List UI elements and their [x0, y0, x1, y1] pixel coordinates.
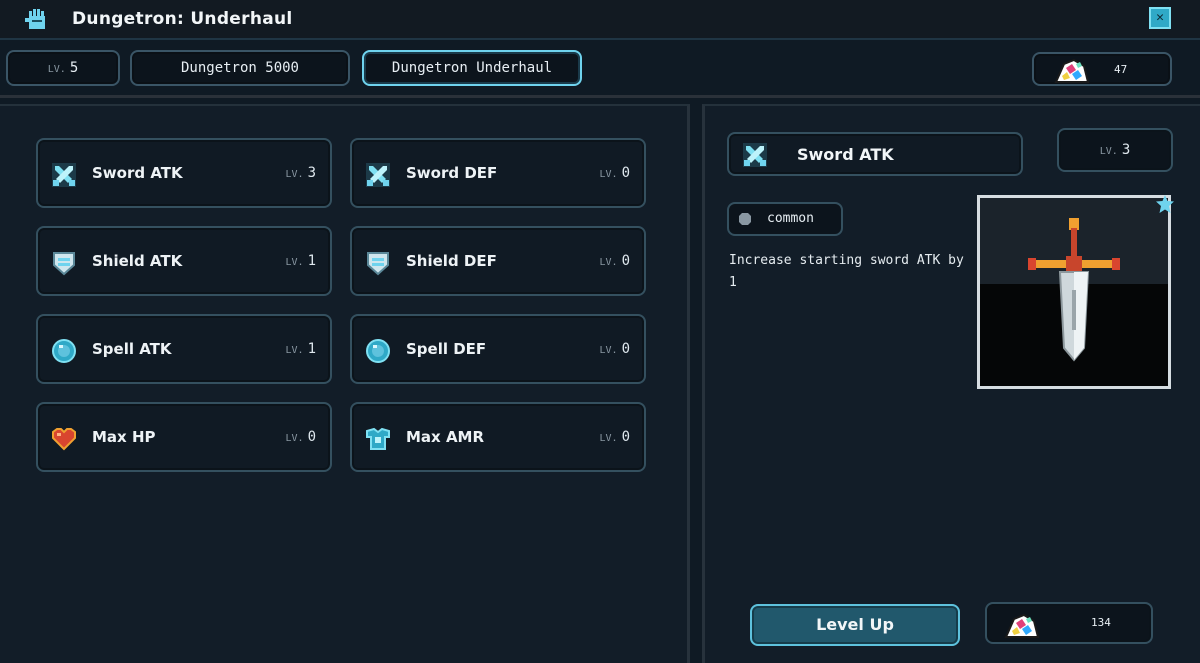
upgrade-name: Max AMR: [406, 428, 485, 446]
rarity-dot-icon: [739, 213, 751, 225]
detail-level-badge: LV. 3: [1057, 128, 1173, 172]
player-level-value: 5: [69, 60, 79, 76]
upgrade-card-shield-def[interactable]: Shield DEF LV. 0: [350, 226, 646, 296]
rarity-label: common: [767, 211, 814, 226]
tab-label: Dungetron 5000: [180, 60, 299, 76]
top-bar: LV. 5 Dungetron 5000 Dungetron Underhaul …: [0, 40, 1200, 98]
upgrade-level-value: 0: [621, 429, 630, 445]
upgrade-level-value: 0: [621, 253, 630, 269]
star-icon: [1156, 195, 1174, 213]
upgrade-level: LV. 1: [286, 253, 317, 269]
upgrade-level-value: 0: [621, 165, 630, 181]
upgrade-card-spell-atk[interactable]: Spell ATK LV. 1: [36, 314, 332, 384]
tab-dungetron-5000[interactable]: Dungetron 5000: [130, 50, 350, 86]
level-prefix: LV.: [285, 169, 304, 180]
upgrade-card-max-hp[interactable]: Max HP LV. 0: [36, 402, 332, 472]
level-prefix: LV.: [285, 257, 304, 268]
detail-title: Sword ATK: [797, 145, 894, 164]
upgrade-level: LV. 0: [600, 341, 631, 357]
level-up-cost: 134: [985, 602, 1153, 644]
level-prefix: LV.: [599, 433, 618, 444]
orb-icon: [366, 339, 390, 363]
armor-icon: [366, 427, 390, 450]
upgrade-card-spell-def[interactable]: Spell DEF LV. 0: [350, 314, 646, 384]
player-level-badge: LV. 5: [6, 50, 120, 86]
upgrade-name: Shield DEF: [406, 252, 497, 270]
level-prefix: LV.: [1099, 146, 1118, 157]
upgrade-detail-panel: Sword ATK LV. 3 common Increase starting …: [702, 104, 1200, 663]
upgrade-level: LV. 0: [600, 165, 631, 181]
level-prefix: LV.: [599, 257, 618, 268]
level-prefix: LV.: [599, 345, 618, 356]
level-prefix: LV.: [285, 433, 304, 444]
detail-header: Sword ATK: [727, 132, 1023, 176]
fist-icon: [25, 9, 45, 29]
upgrade-card-max-amr[interactable]: Max AMR LV. 0: [350, 402, 646, 472]
orb-icon: [52, 339, 76, 363]
window-title: Dungetron: Underhaul: [72, 9, 293, 29]
level-prefix: LV.: [47, 64, 66, 75]
upgrade-name: Sword ATK: [92, 164, 183, 182]
sword-icon: [366, 163, 390, 187]
upgrade-name: Sword DEF: [406, 164, 498, 182]
upgrade-level-value: 1: [307, 253, 316, 269]
upgrade-name: Spell DEF: [406, 340, 487, 358]
upgrade-level-value: 0: [621, 341, 630, 357]
upgrade-level-value: 3: [307, 165, 316, 181]
detail-level-value: 3: [1121, 142, 1131, 158]
upgrade-name: Max HP: [92, 428, 156, 446]
shield-icon: [53, 252, 75, 276]
upgrade-list-panel: Sword ATK LV. 3 Sword DEF LV. 0 Shield ATK…: [0, 104, 690, 663]
level-prefix: LV.: [285, 345, 304, 356]
heart-icon: [52, 428, 76, 451]
upgrade-card-sword-def[interactable]: Sword DEF LV. 0: [350, 138, 646, 208]
close-icon: ✕: [1156, 10, 1164, 25]
gem-pile-icon: [1054, 58, 1090, 83]
tab-label: Dungetron Underhaul: [391, 60, 553, 76]
sword-icon: [52, 163, 76, 187]
upgrade-level-value: 0: [307, 429, 316, 445]
upgrade-card-sword-atk[interactable]: Sword ATK LV. 3: [36, 138, 332, 208]
upgrade-name: Shield ATK: [92, 252, 183, 270]
shield-icon: [367, 252, 389, 276]
level-up-button[interactable]: Level Up: [750, 604, 960, 646]
tab-dungetron-underhaul[interactable]: Dungetron Underhaul: [362, 50, 582, 86]
upgrade-level-value: 1: [307, 341, 316, 357]
upgrade-description: Increase starting sword ATK by 1: [729, 253, 964, 290]
rarity-badge: common: [727, 202, 843, 236]
level-prefix: LV.: [599, 169, 618, 180]
sword-icon: [743, 143, 767, 167]
upgrade-level: LV. 0: [286, 429, 317, 445]
upgrade-card-shield-atk[interactable]: Shield ATK LV. 1: [36, 226, 332, 296]
gem-pile-icon: [1004, 613, 1040, 638]
upgrade-level: LV. 0: [600, 429, 631, 445]
item-preview: [977, 195, 1171, 389]
upgrade-name: Spell ATK: [92, 340, 172, 358]
upgrade-level: LV. 3: [286, 165, 317, 181]
sword-illustration: [980, 198, 1168, 386]
currency-display: 47: [1032, 52, 1172, 86]
title-bar: Dungetron: Underhaul ✕: [0, 0, 1200, 40]
currency-value: 47: [1114, 63, 1128, 76]
upgrade-level: LV. 0: [600, 253, 631, 269]
close-button[interactable]: ✕: [1149, 7, 1171, 29]
cost-value: 134: [1091, 616, 1111, 629]
upgrade-level: LV. 1: [286, 341, 317, 357]
